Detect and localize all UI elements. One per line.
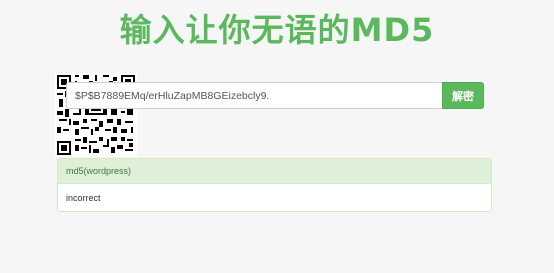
- result-panel: md5(wordpress) incorrect: [57, 158, 492, 212]
- decrypt-button[interactable]: 解密: [442, 82, 484, 109]
- decrypt-form: 解密: [66, 82, 484, 109]
- result-type-heading: md5(wordpress): [58, 159, 491, 184]
- page-title: 输入让你无语的MD5: [119, 11, 435, 49]
- result-value: incorrect: [66, 193, 101, 203]
- page: 输入让你无语的MD5 $P$B7889EMq/erHluZapMB8GEizeb…: [0, 0, 554, 273]
- hash-input[interactable]: [66, 82, 442, 109]
